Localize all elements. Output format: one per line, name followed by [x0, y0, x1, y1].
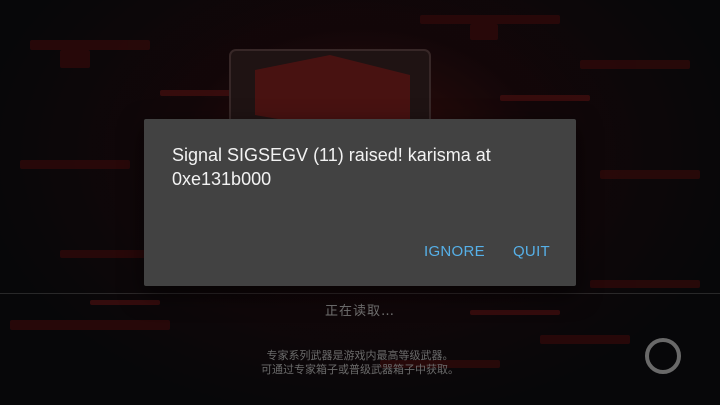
- game-loading-screen: 正在读取… 专家系列武器是游戏内最高等级武器。 可通过专家箱子或普级武器箱子中获…: [0, 0, 720, 405]
- dialog-actions: IGNORE QUIT: [418, 239, 556, 264]
- ignore-button[interactable]: IGNORE: [418, 239, 491, 264]
- quit-button[interactable]: QUIT: [507, 239, 556, 264]
- crash-dialog: Signal SIGSEGV (11) raised! karisma at 0…: [144, 119, 576, 286]
- dialog-message: Signal SIGSEGV (11) raised! karisma at 0…: [172, 145, 491, 189]
